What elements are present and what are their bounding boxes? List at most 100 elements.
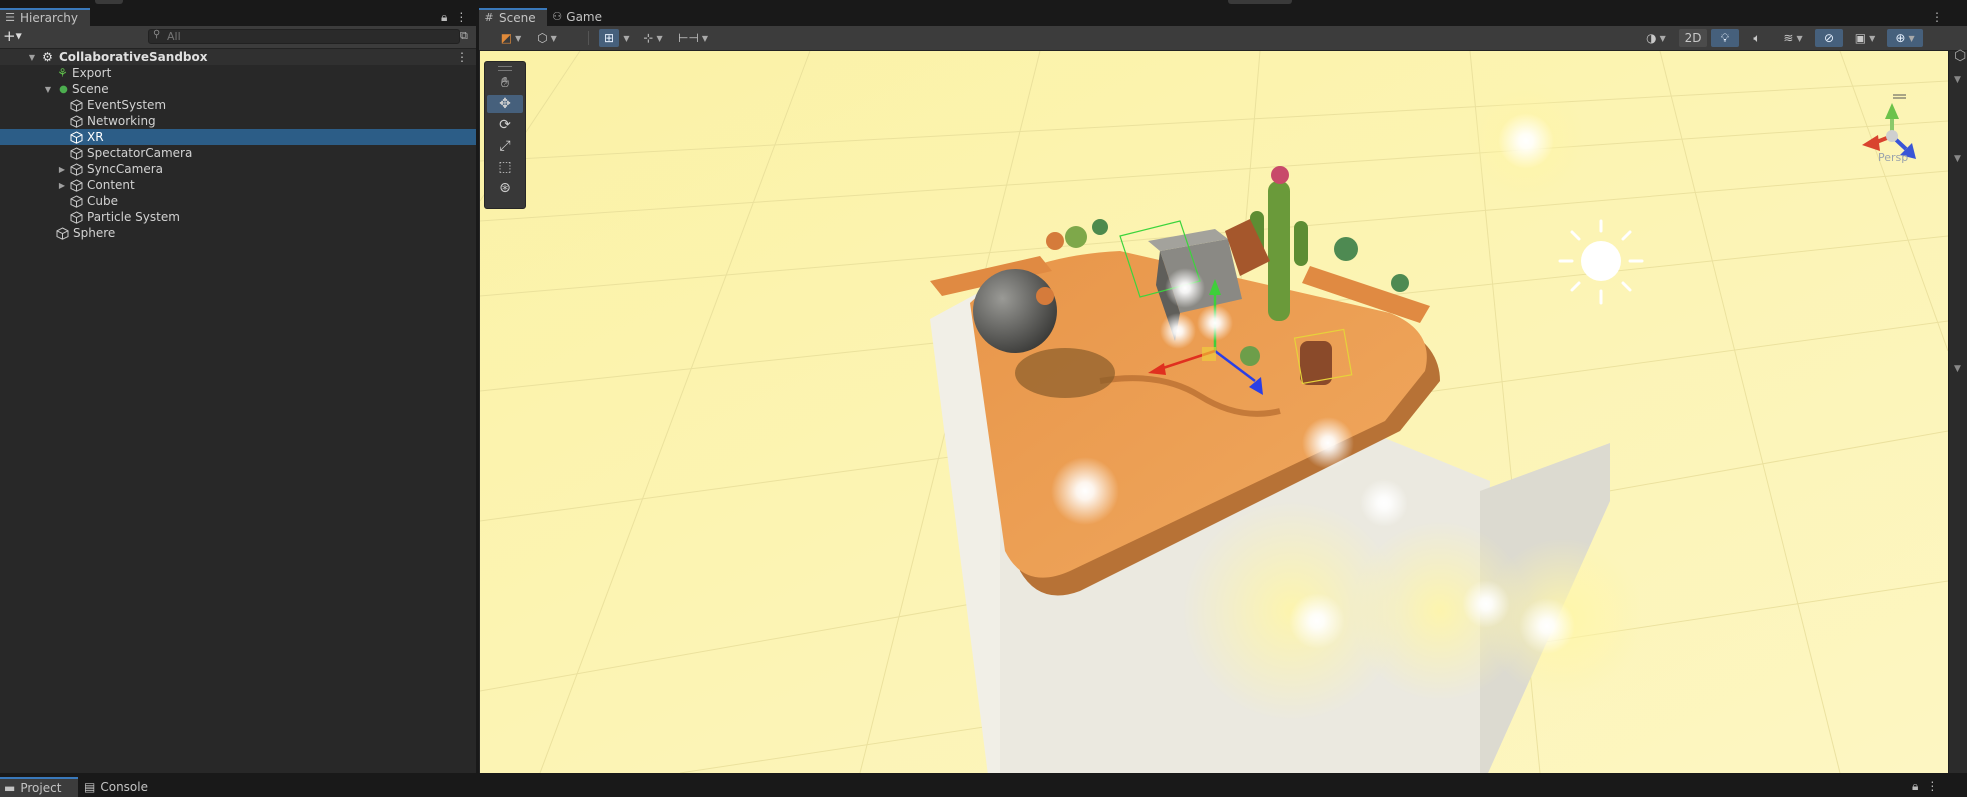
chevron-down-icon: ▼: [1869, 33, 1876, 43]
drag-handle[interactable]: [498, 66, 512, 71]
tab-project-label: Project: [20, 781, 62, 795]
create-object-button[interactable]: +▼: [3, 28, 27, 46]
scale-tool[interactable]: ⤢: [487, 137, 523, 155]
tab-scene[interactable]: # Scene: [479, 8, 547, 26]
more-options-icon[interactable]: ⋮: [1926, 779, 1938, 794]
hierarchy-item-networking[interactable]: Networking: [0, 113, 476, 129]
add-icon: +: [3, 27, 16, 45]
grid-icon: #: [484, 11, 494, 24]
unity-scene-icon: ⚙: [42, 49, 53, 64]
hierarchy-item-label: Particle System: [87, 210, 180, 224]
increment-snap-button[interactable]: ⊢⊣ ▼: [675, 29, 711, 47]
hierarchy-item-particle-system[interactable]: Particle System: [0, 209, 476, 225]
chevron-down-icon: ▼: [1659, 33, 1666, 43]
grid-snapping-dropdown[interactable]: ▼: [619, 29, 631, 47]
rotate-tool[interactable]: ⟳: [487, 116, 523, 134]
hand-tool[interactable]: ✋︎: [487, 74, 523, 92]
strip-notch: [95, 0, 123, 4]
lightbulb-icon: 💡︎: [1720, 30, 1730, 45]
scene-camera-button[interactable]: ◑ ▼: [1639, 29, 1673, 47]
move-icon: ✥: [499, 96, 511, 112]
projection-label[interactable]: Persp: [1878, 151, 1908, 164]
console-icon: ▤: [84, 780, 96, 794]
effects-button[interactable]: ≋ ▼: [1775, 29, 1811, 47]
search-input[interactable]: [167, 30, 447, 43]
tab-game[interactable]: ⚇ Game: [548, 8, 610, 26]
2d-toggle[interactable]: 2D: [1679, 29, 1707, 47]
tab-project[interactable]: ▬ Project: [0, 777, 78, 797]
panel-controls: ⋮: [1931, 10, 1943, 24]
cube-icon[interactable]: ⬡: [1954, 48, 1966, 64]
toolbar-divider: [588, 31, 589, 45]
grid-snapping-toggle[interactable]: ⊞: [599, 29, 619, 47]
grid-visibility-button[interactable]: ⊹ ▼: [637, 29, 669, 47]
gamepad-icon: ⚇: [552, 10, 563, 23]
export-tree-icon: ⚘: [57, 65, 68, 80]
lock-icon[interactable]: 🔒︎: [1912, 779, 1918, 794]
rect-icon: ⬚: [498, 159, 512, 175]
hierarchy-tabbar: ☰ Hierarchy 🔒︎ ⋮: [0, 8, 476, 26]
hierarchy-item-spectatorcamera[interactable]: SpectatorCamera: [0, 145, 476, 161]
render-mode-button[interactable]: ⬡ ▼: [531, 29, 563, 47]
chevron-down-icon[interactable]: ▼: [1954, 154, 1961, 164]
scale-icon: ⤢: [499, 138, 511, 154]
transform-icon: ⊛: [499, 180, 511, 196]
draw-mode-button[interactable]: ◩ ▼: [495, 29, 527, 47]
gameobject-cube-icon: [70, 162, 83, 176]
scene-node-icon: ●: [59, 83, 68, 95]
expand-arrow-icon[interactable]: ▶: [57, 165, 67, 174]
audio-toggle[interactable]: 🔈︎: [1743, 29, 1771, 47]
move-tool[interactable]: ✥: [487, 95, 523, 113]
expand-arrow-icon[interactable]: ▶: [57, 181, 67, 190]
cube-icon: ⬡: [537, 31, 548, 45]
hierarchy-item-xr[interactable]: XR: [0, 129, 476, 145]
scene-render[interactable]: [480, 51, 1948, 773]
hierarchy-item-eventsystem[interactable]: EventSystem: [0, 97, 476, 113]
chevron-down-icon: ▼: [550, 33, 557, 43]
tab-scene-label: Scene: [499, 11, 536, 25]
chevron-down-icon: ▼: [15, 31, 22, 41]
grid-icon: ⊹: [643, 31, 654, 45]
scene-visibility-toggle[interactable]: ⊘: [1815, 29, 1843, 47]
hierarchy-item-label: Scene: [72, 82, 109, 96]
hierarchy-panel: ☰ Hierarchy 🔒︎ ⋮ +▼ ⚲ ⧉ ▼ ⚙ Collaborativ…: [0, 8, 476, 773]
rotate-icon: ⟳: [499, 117, 511, 133]
rect-tool[interactable]: ⬚: [487, 158, 523, 176]
gameobject-cube-icon: [70, 146, 83, 160]
more-options-icon[interactable]: ⋮: [456, 50, 468, 64]
gizmos-button[interactable]: ⊕ ▼: [1887, 29, 1923, 47]
scene-viewport[interactable]: ✋︎ ✥ ⟳ ⤢ ⬚ ⊛ Persp: [480, 51, 1948, 773]
hierarchy-item-sphere[interactable]: Sphere: [0, 225, 476, 241]
lock-icon[interactable]: 🔒︎: [441, 10, 447, 25]
hierarchy-item-label: XR: [87, 130, 104, 144]
folder-icon: ▬: [4, 781, 16, 795]
grid-snap-icon: ⊞: [603, 31, 615, 45]
hierarchy-item-synccamera[interactable]: ▶ SyncCamera: [0, 161, 476, 177]
more-options-icon[interactable]: ⋮: [1931, 10, 1943, 24]
tab-console-label: Console: [100, 780, 148, 794]
list-icon: ☰: [5, 11, 15, 24]
chevron-down-icon[interactable]: ▼: [1954, 364, 1961, 374]
hierarchy-item-cube[interactable]: Cube: [0, 193, 476, 209]
collapse-arrow-icon[interactable]: ▼: [43, 85, 53, 94]
gameobject-cube-icon: [70, 130, 83, 144]
search-by-type-icon[interactable]: ⧉: [460, 29, 472, 43]
hierarchy-search[interactable]: ⚲: [148, 29, 460, 44]
gameobject-cube-icon: [70, 194, 83, 208]
chevron-down-icon[interactable]: ▼: [1954, 75, 1961, 85]
scene-root-row[interactable]: ▼ ⚙ CollaborativeSandbox ⋮: [0, 49, 476, 65]
collapse-arrow-icon[interactable]: ▼: [27, 53, 37, 62]
camera-settings-button[interactable]: ▣ ▼: [1847, 29, 1883, 47]
lighting-toggle[interactable]: 💡︎: [1711, 29, 1739, 47]
more-options-icon[interactable]: ⋮: [455, 10, 467, 25]
tab-hierarchy[interactable]: ☰ Hierarchy: [0, 8, 90, 26]
tab-console[interactable]: ▤ Console: [80, 777, 160, 797]
scene-toolbar: ◩ ▼ ⬡ ▼ ⊞ ▼ ⊹ ▼ ⊢⊣ ▼ ◑ ▼ 2D 💡︎ 🔈︎ ≋ ▼ ⊘ ▣ ▼ ⊕ ▼: [479, 26, 1967, 51]
hierarchy-item-content[interactable]: ▶ Content: [0, 177, 476, 193]
hierarchy-item-scene[interactable]: ▼ ● Scene: [0, 81, 476, 97]
shaded-mode-icon: ◩: [500, 31, 513, 45]
transform-tool[interactable]: ⊛: [487, 179, 523, 197]
inspector-edge-strip: ⬡ ▼ ▼ ▼: [1948, 48, 1967, 773]
hierarchy-toolbar: +▼ ⚲ ⧉: [0, 26, 476, 49]
hierarchy-item-export[interactable]: ⚘ Export: [0, 65, 476, 81]
